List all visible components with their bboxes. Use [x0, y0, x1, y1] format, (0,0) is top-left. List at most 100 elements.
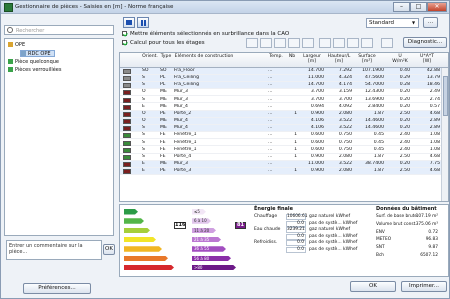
cell-larg[interactable]: 0.900 [300, 154, 324, 161]
cell-type[interactable]: PL [160, 75, 172, 82]
cell-u[interactable]: 0.20 [388, 161, 410, 168]
cell-u[interactable]: 0.20 [388, 118, 410, 125]
cell-nb[interactable]: 1 [287, 168, 297, 175]
copy-icon[interactable] [361, 38, 373, 48]
cell-surf[interactable]: 54.7000 [354, 82, 384, 89]
col-nb[interactable]: Nb [287, 54, 297, 59]
cell-larg[interactable]: 0.600 [300, 132, 324, 139]
col-uat[interactable]: U*A*T [W] [416, 54, 438, 64]
cell-haut[interactable]: 4.174 [326, 82, 352, 89]
cell-surf[interactable]: 107.1900 [354, 68, 384, 75]
col-height[interactable]: Hauteur/L [m] [326, 54, 352, 64]
table-row[interactable]: O ME Mur_3... 3.700 3.159 12.4300 0.20 2.49 [120, 89, 448, 97]
cell-uat[interactable]: 2.89 [412, 118, 440, 125]
cell-name[interactable]: Mur_4 [174, 104, 264, 111]
cell-haut[interactable]: 3.159 [326, 89, 352, 96]
cell-uat[interactable]: 1.08 [412, 147, 440, 154]
cell-orient[interactable]: O [142, 89, 156, 96]
cell-uat[interactable]: 4.68 [412, 111, 440, 118]
search-box[interactable]: Rechercher [4, 25, 114, 35]
cell-larg[interactable]: 14.700 [300, 68, 324, 75]
cell-haut[interactable]: 3.522 [326, 118, 352, 125]
minimize-button[interactable]: – [393, 2, 410, 12]
cell-surf[interactable]: 1.87 [354, 154, 384, 161]
cell-uat[interactable]: 13.79 [412, 75, 440, 82]
cell-larg[interactable]: 0.600 [300, 140, 324, 147]
cell-uat[interactable]: 4.68 [412, 154, 440, 161]
cell-name[interactable]: Fra_Floor [174, 68, 264, 75]
ok-button[interactable]: OK [350, 281, 396, 292]
col-width[interactable]: Largeur [m] [300, 54, 324, 64]
cell-u[interactable]: 0.29 [388, 75, 410, 82]
cell-haut[interactable]: 2.080 [326, 111, 352, 118]
cell-orient[interactable]: SO [142, 68, 156, 75]
tree-item[interactable]: Pièces verrouillées [8, 67, 62, 74]
table-row[interactable]: S FE Fenêtre_1... 1 0.600 0.750 0.45 2.40 1.08 [120, 140, 448, 147]
cell-haut[interactable]: 7.292 [326, 68, 352, 75]
ceiling-icon[interactable] [302, 38, 314, 48]
cell-temp[interactable]: ... [268, 125, 284, 132]
cell-surf[interactable]: 0.45 [354, 140, 384, 147]
cell-orient[interactable]: S [142, 75, 156, 82]
table-row[interactable]: E ME Mur_3... 11.000 3.522 38.7400 0.20 7.75 [120, 160, 448, 168]
cell-temp[interactable]: ... [268, 68, 284, 75]
cell-surf[interactable]: 47.5600 [354, 75, 384, 82]
cell-temp[interactable]: ... [268, 89, 284, 96]
cell-haut[interactable]: 3.700 [326, 97, 352, 104]
all-floors-checkbox[interactable]: Calcul pour tous les étages [122, 40, 205, 47]
cell-orient[interactable]: S [142, 147, 156, 154]
cell-u[interactable]: 2.40 [388, 132, 410, 139]
cell-nb[interactable]: 1 [287, 111, 297, 118]
col-u[interactable]: U W/m²K [390, 54, 410, 64]
cell-temp[interactable]: ... [268, 132, 284, 139]
cell-temp[interactable]: ... [268, 75, 284, 82]
cell-surf[interactable]: 12.4300 [354, 89, 384, 96]
cell-orient[interactable]: E [142, 161, 156, 168]
cell-uat[interactable]: 1.08 [412, 140, 440, 147]
cell-name[interactable]: Mur_3 [174, 161, 264, 168]
cell-uat[interactable]: 0.57 [412, 104, 440, 111]
cell-orient[interactable]: S [142, 132, 156, 139]
cell-larg[interactable]: 0.600 [300, 147, 324, 154]
cell-haut[interactable]: 0.750 [326, 147, 352, 154]
col-type[interactable]: Type [160, 54, 172, 59]
cell-orient[interactable]: S [142, 154, 156, 161]
cell-orient[interactable]: E [142, 168, 156, 175]
table-row[interactable]: S PL Fra_Ceiling... 11.000 4.324 47.5600 0.29 1… [120, 75, 448, 83]
door-icon[interactable] [274, 38, 286, 48]
diagnostic-button[interactable]: Diagnostic... [403, 37, 447, 48]
cell-surf[interactable]: 14.4600 [354, 118, 384, 125]
table-row[interactable]: S FE Porte_4... 1 0.900 2.080 1.87 2.50 4.68 [120, 154, 448, 161]
cell-nb[interactable]: 1 [287, 147, 297, 154]
table-row[interactable]: S ME Mur_4... 4.106 3.522 14.4600 0.20 2.89 [120, 125, 448, 133]
cell-name[interactable]: Mur_4 [174, 118, 264, 125]
cell-name[interactable]: Mur_4 [174, 125, 264, 132]
table-row[interactable]: S ME Mur_3... 3.700 3.700 13.6900 0.20 2.74 [120, 97, 448, 104]
table-row[interactable]: E ME Mur_4... 0.694 4.092 2.8400 0.20 0.57 [120, 104, 448, 111]
preferences-button[interactable]: Préférences... [23, 283, 91, 294]
cell-temp[interactable]: ... [268, 147, 284, 154]
cell-u[interactable]: 2.50 [388, 168, 410, 175]
table-row[interactable]: O PE Porte_2... 1 0.900 2.080 1.87 2.50 4.68 [120, 110, 448, 118]
cell-larg[interactable]: 11.000 [300, 75, 324, 82]
cell-temp[interactable]: ... [268, 118, 284, 125]
floor-icon[interactable] [288, 38, 300, 48]
cell-larg[interactable]: 14.700 [300, 82, 324, 89]
cell-type[interactable]: ME [160, 118, 172, 125]
col-temp[interactable]: Temp. [268, 54, 284, 59]
standard-options-button[interactable]: ... [423, 17, 438, 28]
cell-uat[interactable]: 2.74 [412, 97, 440, 104]
cell-type[interactable]: ME [160, 161, 172, 168]
cell-type[interactable]: PE [160, 111, 172, 118]
maximize-button[interactable]: □ [410, 2, 427, 12]
cell-uat[interactable]: 4.68 [412, 168, 440, 175]
cell-haut[interactable]: 4.092 [326, 104, 352, 111]
table-row[interactable]: S FE Fenêtre_1... 1 0.600 0.750 0.45 2.40 1.08 [120, 147, 448, 154]
cell-uat[interactable]: 2.89 [412, 125, 440, 132]
cell-surf[interactable]: 14.4600 [354, 125, 384, 132]
cell-u[interactable]: 0.28 [388, 82, 410, 89]
cell-u[interactable]: 0.20 [388, 97, 410, 104]
cell-larg[interactable]: 3.700 [300, 97, 324, 104]
cell-surf[interactable]: 1.87 [354, 111, 384, 118]
cell-temp[interactable]: ... [268, 82, 284, 89]
